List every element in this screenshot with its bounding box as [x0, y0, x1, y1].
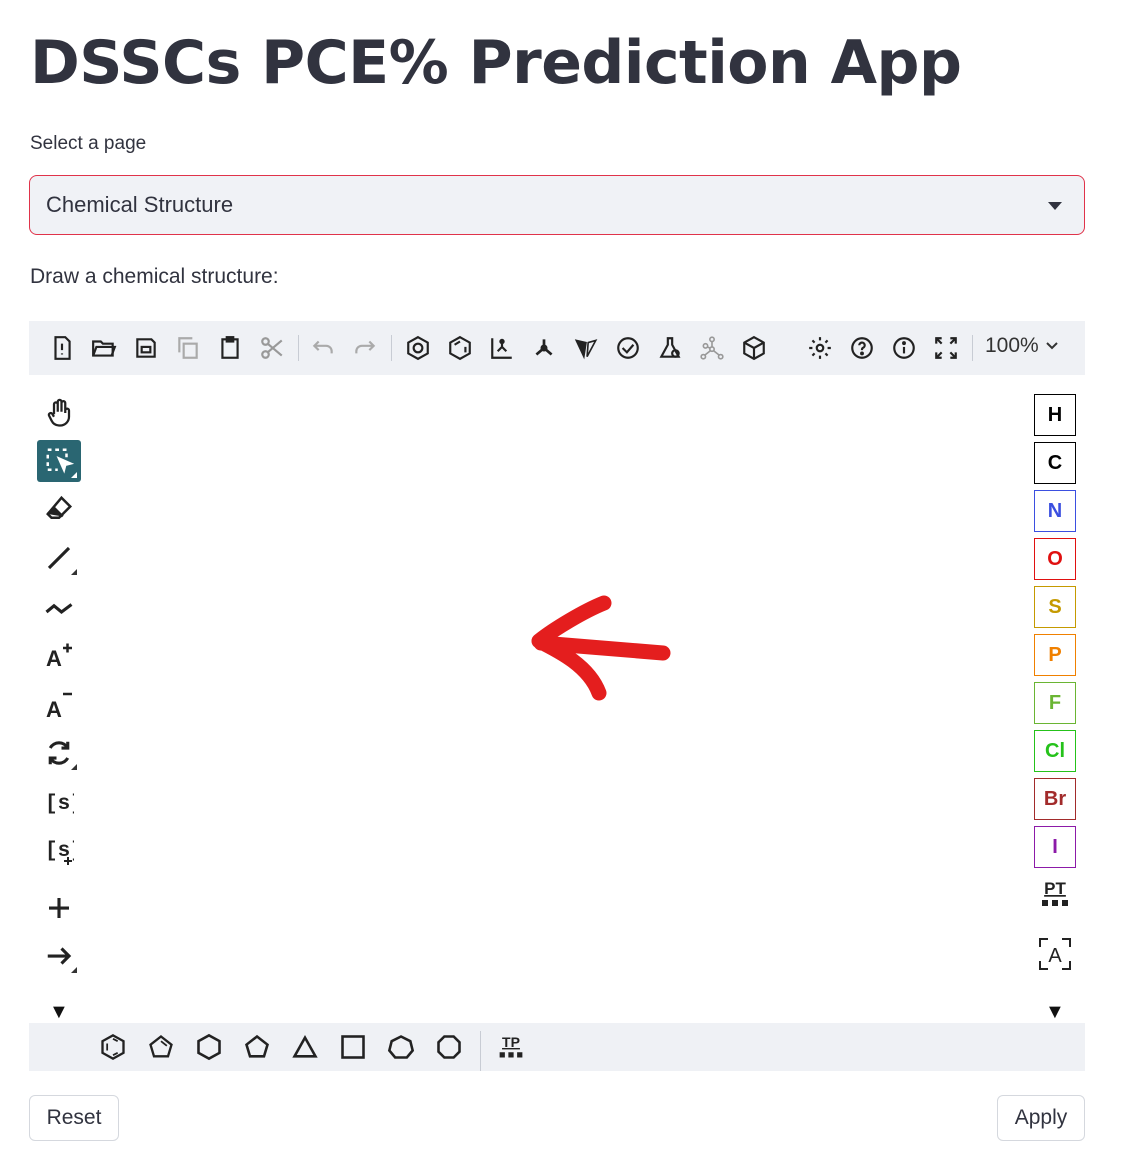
copy-icon[interactable]	[172, 332, 204, 364]
undo-icon[interactable]	[307, 332, 339, 364]
new-file-icon[interactable]	[46, 332, 78, 364]
element-button-i[interactable]: I	[1034, 826, 1076, 868]
svg-text:A: A	[46, 697, 62, 719]
stereo-icon[interactable]	[570, 332, 602, 364]
settings-icon[interactable]	[804, 332, 836, 364]
zoom-select[interactable]: 100%	[985, 334, 1059, 358]
ketcher-editor[interactable]: 100% A A [s] [s] ▼ HCNOSP	[29, 321, 1085, 1071]
element-button-s[interactable]: S	[1034, 586, 1076, 628]
reset-button[interactable]: Reset	[29, 1095, 119, 1141]
svg-text:A: A	[46, 646, 62, 670]
cyclopropane-template-icon[interactable]	[289, 1031, 321, 1063]
aromatize-icon[interactable]	[402, 332, 434, 364]
editor-label: Draw a chemical structure:	[30, 265, 279, 288]
recognize-icon[interactable]	[696, 332, 728, 364]
periodic-table-icon[interactable]: PT	[1034, 872, 1076, 914]
eraser-icon[interactable]	[37, 488, 81, 530]
clean-icon[interactable]	[528, 332, 560, 364]
calculate-icon[interactable]	[654, 332, 686, 364]
3d-view-icon[interactable]	[738, 332, 770, 364]
element-button-n[interactable]: N	[1034, 490, 1076, 532]
element-button-f[interactable]: F	[1034, 682, 1076, 724]
rotate-icon[interactable]	[37, 732, 81, 774]
element-button-o[interactable]: O	[1034, 538, 1076, 580]
svg-text:A: A	[1048, 945, 1062, 967]
benzene-template-icon[interactable]	[97, 1031, 129, 1063]
cycloheptane-template-icon[interactable]	[385, 1031, 417, 1063]
save-icon[interactable]	[130, 332, 162, 364]
open-folder-icon[interactable]	[88, 332, 120, 364]
bottom-toolbar: TP	[29, 1023, 1085, 1071]
single-bond-icon[interactable]	[37, 537, 81, 579]
annotation-arrow-icon	[531, 595, 671, 701]
page-title: DSSCs PCE% Prediction App	[30, 28, 962, 98]
cyclobutane-template-icon[interactable]	[337, 1031, 369, 1063]
svg-text:PT: PT	[1044, 879, 1066, 898]
cyclooctane-template-icon[interactable]	[433, 1031, 465, 1063]
charge-plus-icon[interactable]: A	[37, 634, 81, 676]
help-icon[interactable]	[846, 332, 878, 364]
template-library-icon[interactable]: TP	[495, 1031, 527, 1063]
top-toolbar: 100%	[29, 321, 1085, 375]
element-button-h[interactable]: H	[1034, 394, 1076, 436]
cyclopentane-template-icon[interactable]	[241, 1031, 273, 1063]
fullscreen-icon[interactable]	[930, 332, 962, 364]
sgroup-icon[interactable]: [s]	[37, 781, 81, 823]
page-select[interactable]: Chemical Structure	[29, 175, 1085, 235]
apply-button[interactable]: Apply	[997, 1095, 1085, 1141]
page-select-label: Select a page	[30, 133, 147, 154]
cut-icon[interactable]	[256, 332, 288, 364]
svg-text:TP: TP	[502, 1034, 520, 1050]
info-icon[interactable]	[888, 332, 920, 364]
left-toolbar-expand-icon[interactable]: ▼	[49, 1001, 69, 1024]
charge-minus-icon[interactable]: A	[37, 683, 81, 725]
svg-text:[s]: [s]	[45, 793, 74, 816]
check-icon[interactable]	[612, 332, 644, 364]
element-button-br[interactable]: Br	[1034, 778, 1076, 820]
right-toolbar-expand-icon[interactable]: ▼	[1045, 1001, 1065, 1024]
element-button-p[interactable]: P	[1034, 634, 1076, 676]
dearomatize-icon[interactable]	[444, 332, 476, 364]
hand-icon[interactable]	[37, 392, 81, 434]
cyclopentadiene-template-icon[interactable]	[145, 1031, 177, 1063]
data-sgroup-icon[interactable]: [s]	[37, 830, 81, 872]
redo-icon[interactable]	[349, 332, 381, 364]
reaction-plus-icon[interactable]	[37, 887, 81, 929]
reaction-arrow-icon[interactable]	[37, 935, 81, 977]
chevron-down-icon	[1048, 202, 1062, 210]
element-button-c[interactable]: C	[1034, 442, 1076, 484]
chevron-down-icon	[1046, 342, 1058, 350]
chain-icon[interactable]	[37, 586, 81, 628]
element-button-cl[interactable]: Cl	[1034, 730, 1076, 772]
atom-label-icon[interactable]: A	[1034, 933, 1076, 975]
zoom-value: 100%	[985, 334, 1039, 357]
cyclohexane-template-icon[interactable]	[193, 1031, 225, 1063]
svg-text:[s]: [s]	[45, 840, 74, 863]
paste-icon[interactable]	[214, 332, 246, 364]
select-rectangle-icon[interactable]	[37, 440, 81, 482]
layout-icon[interactable]	[486, 332, 518, 364]
page-select-value: Chemical Structure	[46, 192, 234, 217]
